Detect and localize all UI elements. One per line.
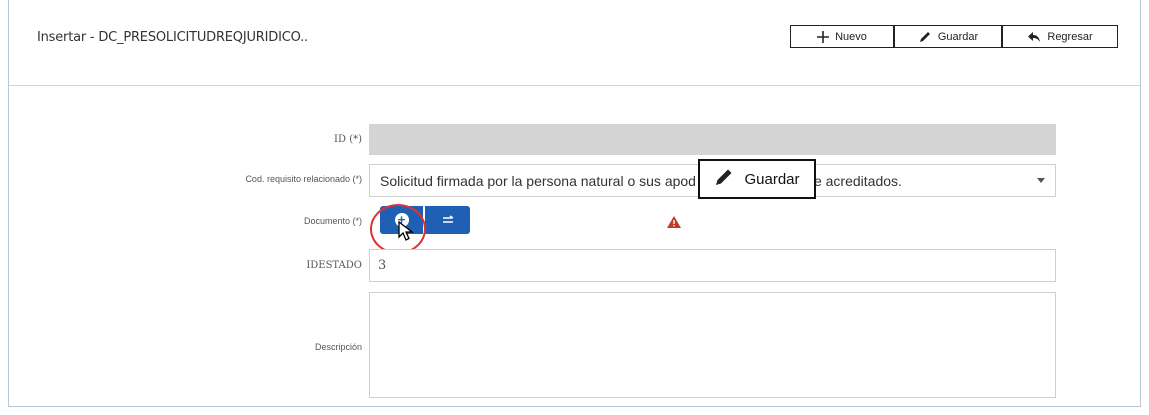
plus-icon (817, 30, 830, 43)
id-field[interactable] (369, 124, 1056, 155)
page-header: Insertar - DC_PRESOLICITUDREQJURIDICO.. … (9, 0, 1140, 86)
idestado-field[interactable]: 3 (369, 249, 1056, 282)
idestado-label: IDESTADO (306, 260, 362, 271)
requisito-value-start: Solicitud firmada por la persona natural… (380, 172, 696, 189)
mouse-pointer-icon (398, 220, 414, 246)
reply-arrow-icon (1027, 31, 1041, 43)
descripcion-textarea[interactable] (369, 292, 1056, 398)
save-tooltip-label: Guardar (744, 170, 800, 188)
new-button[interactable]: Nuevo (790, 25, 894, 48)
page-title: Insertar - DC_PRESOLICITUDREQJURIDICO.. (37, 30, 308, 45)
back-button-label: Regresar (1047, 30, 1093, 43)
save-button-label: Guardar (937, 30, 979, 43)
requisito-label: Cod. requisito relacionado (*) (245, 174, 362, 184)
save-tooltip: Guardar (698, 159, 816, 199)
idestado-value: 3 (378, 258, 387, 273)
scan-icon (442, 213, 454, 228)
pencil-icon (714, 167, 734, 191)
save-button[interactable]: Guardar (894, 25, 1002, 48)
pencil-icon (918, 30, 932, 44)
new-button-label: Nuevo (835, 30, 867, 43)
documento-label: Documento (*) (303, 216, 362, 226)
back-button[interactable]: Regresar (1002, 25, 1118, 48)
warning-triangle-icon (667, 215, 681, 233)
chevron-down-icon[interactable] (1037, 178, 1045, 183)
scan-button[interactable] (425, 206, 470, 234)
requisito-value-end: e acreditados. (813, 172, 902, 189)
id-label: ID (*) (334, 134, 362, 145)
descripcion-label: Descripción (314, 342, 362, 352)
